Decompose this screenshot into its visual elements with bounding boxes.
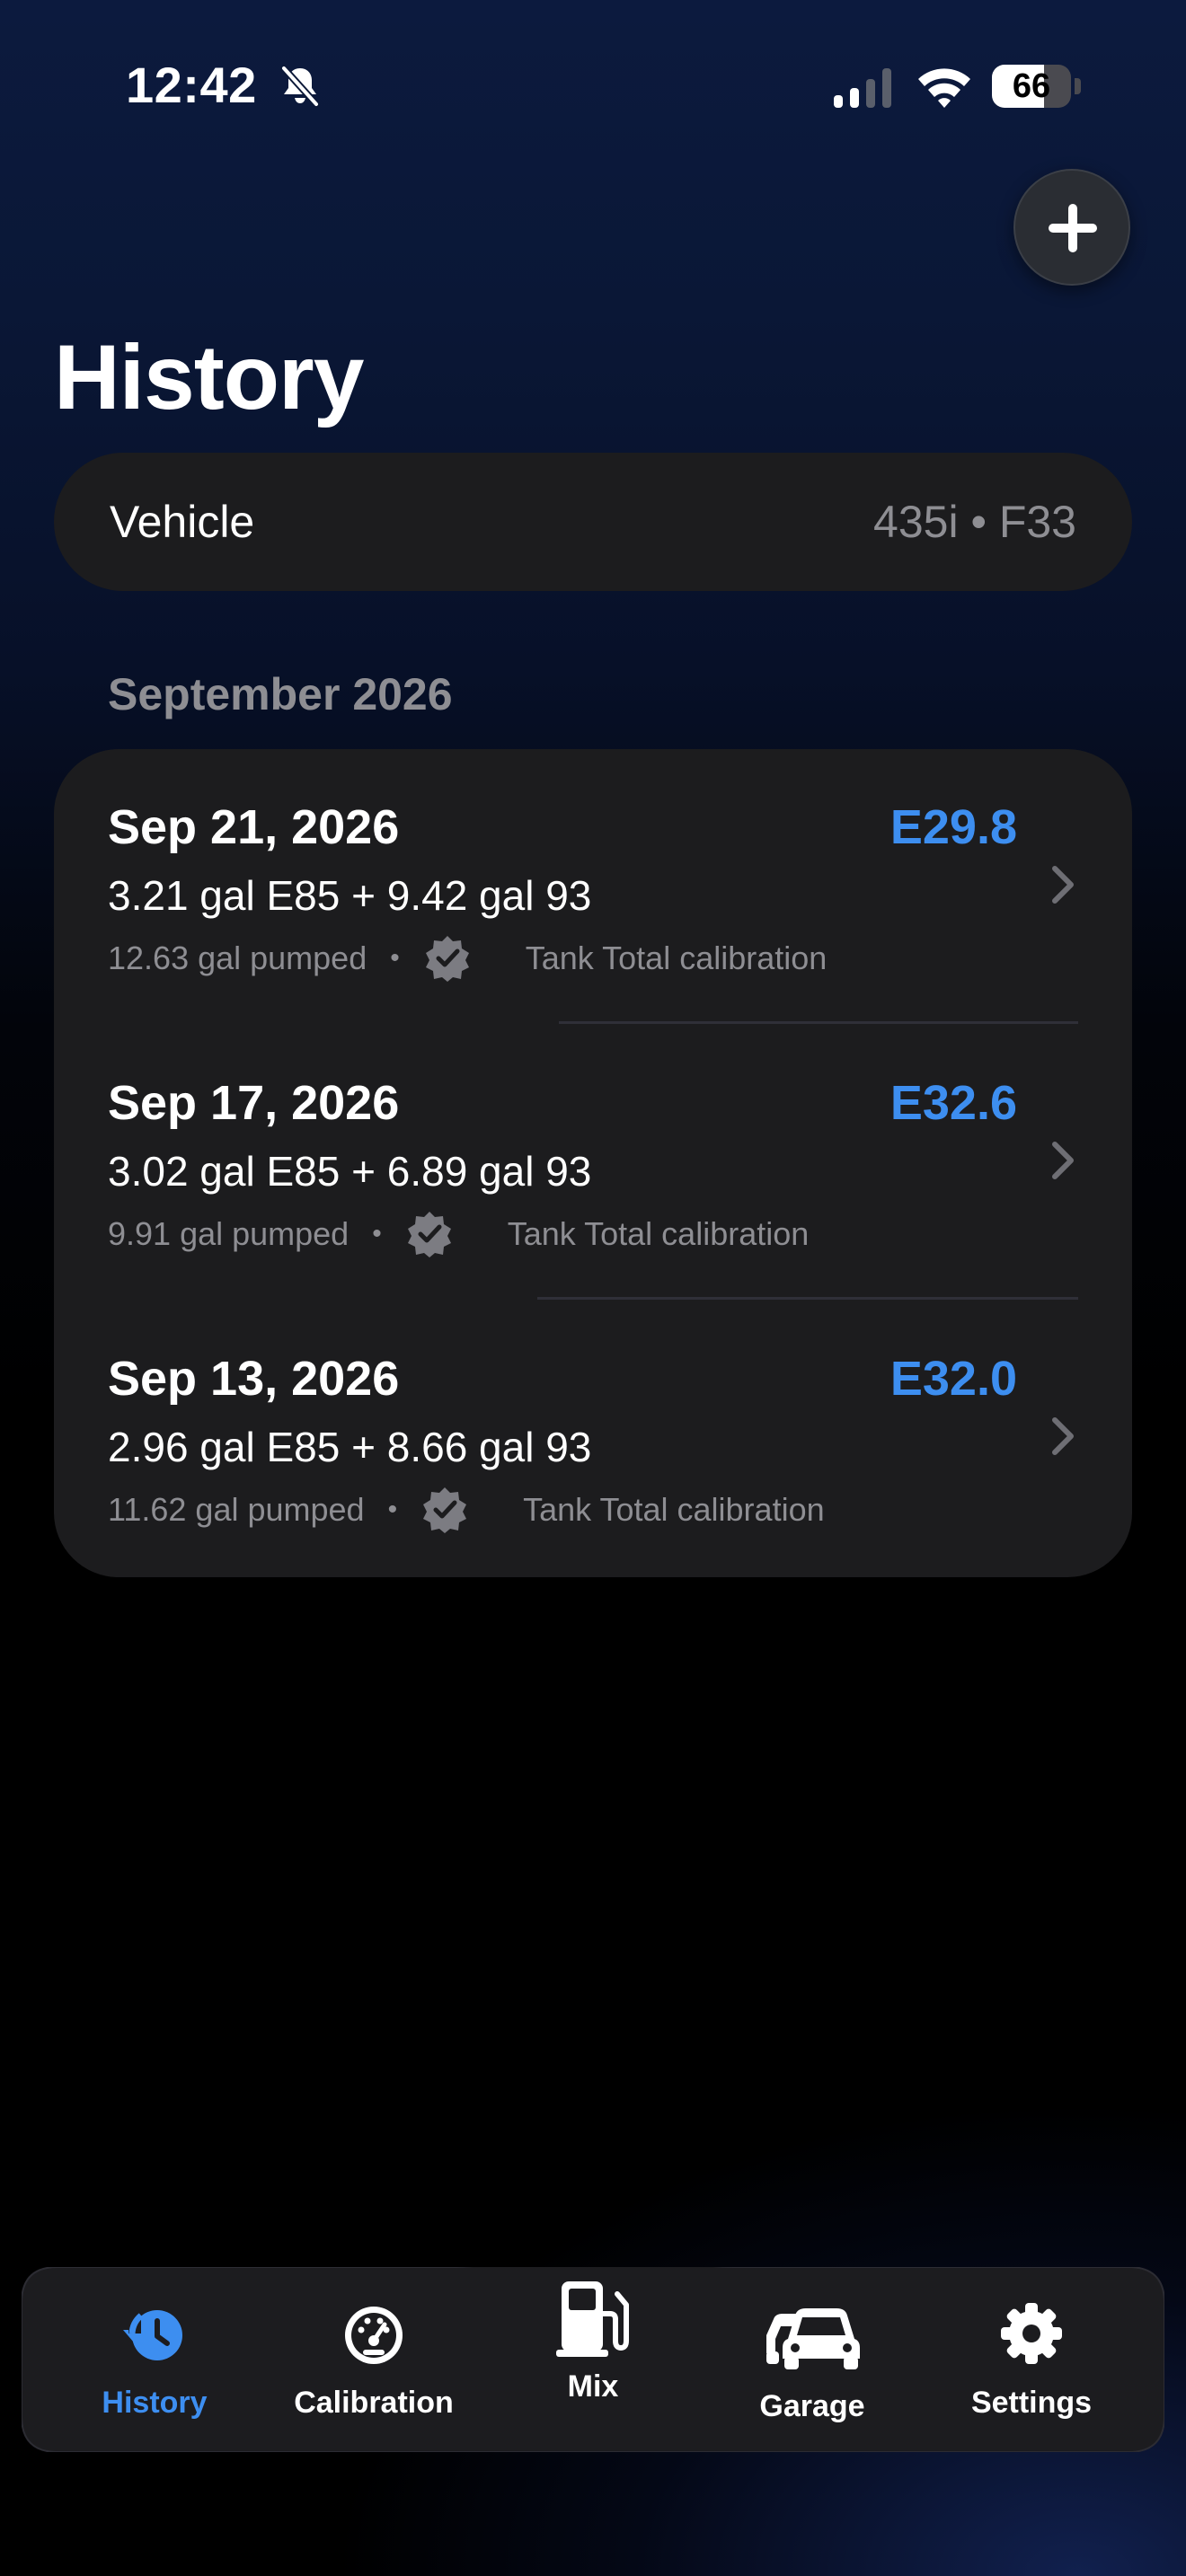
- meta-separator: •: [390, 943, 400, 973]
- tab-settings[interactable]: Settings: [924, 2267, 1139, 2452]
- tab-bar: History Calibration Mix Garage Settings: [22, 2267, 1164, 2452]
- entry-meta: 11.62 gal pumped • Tank Total calibratio…: [108, 1487, 825, 1533]
- history-entry[interactable]: Sep 13, 2026 E32.0 2.96 gal E85 + 8.66 g…: [54, 1301, 1132, 1576]
- battery-body: 66: [992, 65, 1071, 108]
- gear-icon: [1001, 2303, 1062, 2364]
- verified-badge-icon: [425, 936, 469, 982]
- entry-calibration: Tank Total calibration: [525, 940, 828, 976]
- history-entry[interactable]: Sep 21, 2026 E29.8 3.21 gal E85 + 9.42 g…: [54, 749, 1132, 1025]
- vehicle-selector[interactable]: Vehicle 435i • F33: [54, 453, 1132, 591]
- entry-date: Sep 21, 2026: [108, 800, 400, 854]
- tab-label: Calibration: [294, 2386, 454, 2420]
- entry-calibration: Tank Total calibration: [523, 1491, 825, 1528]
- entry-calibration: Tank Total calibration: [507, 1215, 810, 1252]
- tab-label: History: [102, 2386, 208, 2420]
- battery-level: 66: [1012, 67, 1051, 105]
- battery-cap: [1075, 78, 1081, 94]
- entry-blend: E29.8: [890, 800, 1017, 854]
- chevron-right-icon: [1052, 1142, 1074, 1179]
- cars-icon: [766, 2308, 860, 2369]
- tab-garage[interactable]: Garage: [704, 2267, 920, 2452]
- row-divider: [537, 1297, 1078, 1300]
- entry-blend: E32.6: [890, 1076, 1017, 1130]
- entry-pumped: 9.91 gal pumped: [108, 1215, 350, 1252]
- tab-calibration[interactable]: Calibration: [266, 2267, 482, 2452]
- history-list: Sep 21, 2026 E29.8 3.21 gal E85 + 9.42 g…: [54, 749, 1132, 1577]
- verified-badge-icon: [407, 1212, 451, 1257]
- gauge-icon: [345, 2307, 403, 2364]
- vehicle-value: 435i • F33: [873, 497, 1076, 547]
- row-divider: [559, 1021, 1078, 1024]
- entry-date: Sep 13, 2026: [108, 1352, 400, 1406]
- tab-label: Garage: [759, 2389, 865, 2423]
- chevron-right-icon: [1052, 866, 1074, 904]
- tab-label: Mix: [567, 2369, 619, 2404]
- entry-meta: 9.91 gal pumped • Tank Total calibration: [108, 1212, 809, 1257]
- history-clock-icon: [123, 2310, 182, 2360]
- entry-blend: E32.0: [890, 1352, 1017, 1406]
- page-title: History: [54, 326, 364, 428]
- wifi-icon: [918, 68, 970, 108]
- entry-mix: 2.96 gal E85 + 8.66 gal 93: [108, 1424, 592, 1470]
- entry-meta: 12.63 gal pumped • Tank Total calibratio…: [108, 936, 828, 982]
- entry-mix: 3.02 gal E85 + 6.89 gal 93: [108, 1148, 592, 1195]
- meta-separator: •: [387, 1495, 398, 1524]
- status-time: 12:42: [126, 57, 257, 113]
- tab-history[interactable]: History: [47, 2267, 262, 2452]
- verified-badge-icon: [423, 1487, 467, 1533]
- cellular-signal-icon: [834, 68, 891, 108]
- tab-mix[interactable]: Mix: [485, 2267, 701, 2452]
- battery-icon: 66: [992, 65, 1082, 108]
- bell-slash-icon: [280, 65, 320, 108]
- entry-pumped: 12.63 gal pumped: [108, 940, 367, 976]
- plus-icon: [1049, 204, 1097, 252]
- entry-pumped: 11.62 gal pumped: [108, 1491, 365, 1528]
- entry-mix: 3.21 gal E85 + 9.42 gal 93: [108, 872, 592, 919]
- meta-separator: •: [372, 1219, 382, 1248]
- history-entry[interactable]: Sep 17, 2026 E32.6 3.02 gal E85 + 6.89 g…: [54, 1025, 1132, 1301]
- add-entry-button[interactable]: [1013, 169, 1130, 286]
- section-header: September 2026: [108, 669, 453, 719]
- entry-date: Sep 17, 2026: [108, 1076, 400, 1130]
- fuel-pump-icon: [556, 2281, 629, 2357]
- status-bar: 12:42 66: [0, 0, 1186, 171]
- chevron-right-icon: [1052, 1417, 1074, 1455]
- tab-label: Settings: [970, 2386, 1093, 2420]
- vehicle-label: Vehicle: [110, 497, 255, 547]
